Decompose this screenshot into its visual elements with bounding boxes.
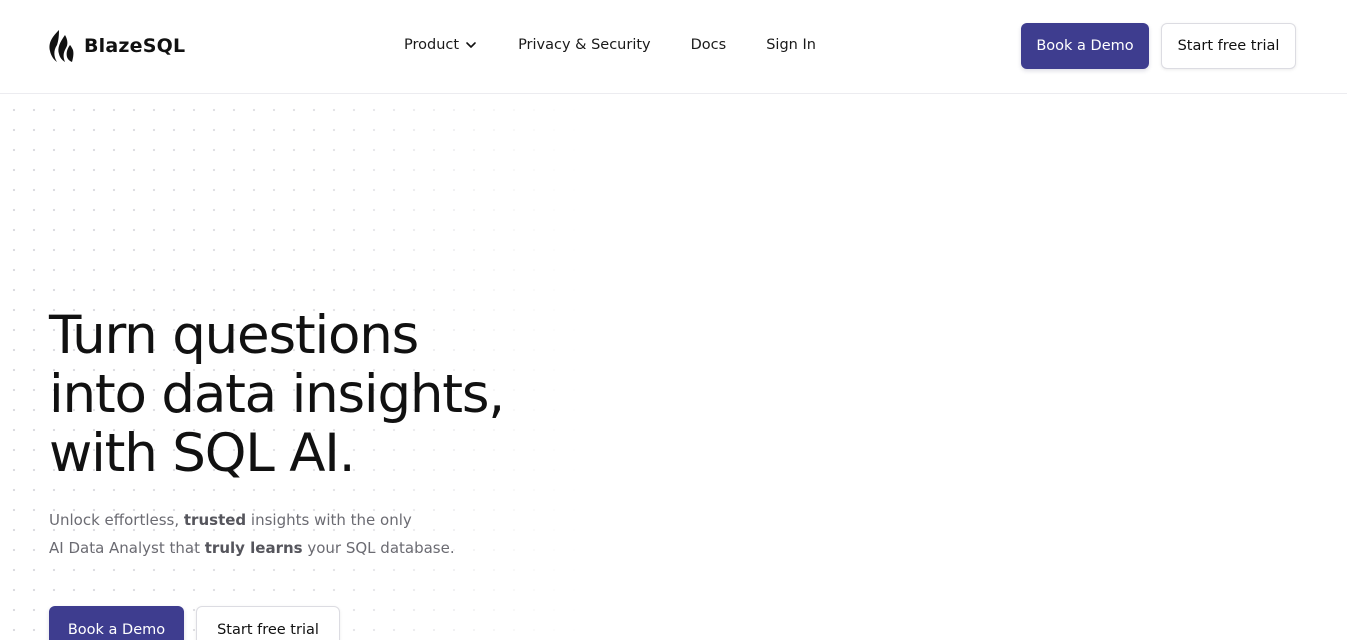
hero-title-line-3: with SQL AI.	[49, 423, 356, 484]
hero-subtitle-emphasis: truly learns	[204, 539, 303, 557]
hero-start-trial-button[interactable]: Start free trial	[196, 606, 340, 640]
hero-subtitle-text: your SQL database.	[302, 539, 455, 557]
header-start-trial-button[interactable]: Start free trial	[1161, 23, 1296, 69]
brand-name: BlazeSQL	[84, 35, 186, 57]
hero-subtitle-text: Unlock effortless,	[49, 511, 184, 529]
hero-book-demo-button[interactable]: Book a Demo	[49, 606, 184, 640]
nav-privacy-security[interactable]: Privacy & Security	[518, 34, 651, 56]
header-book-demo-button[interactable]: Book a Demo	[1021, 23, 1149, 69]
hero-title-line-1: Turn questions	[49, 305, 419, 366]
main-nav: Product Privacy & Security Docs Sign In	[404, 34, 816, 56]
nav-product-label: Product	[404, 37, 460, 53]
flame-icon	[49, 30, 74, 62]
nav-sign-in[interactable]: Sign In	[766, 34, 816, 56]
hero-subtitle-emphasis: trusted	[183, 511, 247, 529]
hero-subtitle-text: AI Data Analyst that	[49, 539, 205, 557]
hero-subtitle: Unlock effortless, trusted insights with…	[49, 506, 469, 562]
chevron-down-icon	[466, 42, 476, 48]
hero-subtitle-text: insights with the only	[246, 511, 412, 529]
nav-product[interactable]: Product	[404, 34, 477, 56]
nav-docs[interactable]: Docs	[691, 34, 727, 56]
site-header: BlazeSQL Product Privacy & Security Docs…	[0, 0, 1347, 94]
brand-logo[interactable]: BlazeSQL	[48, 29, 185, 63]
hero-title: Turn questions into data insights, with …	[49, 306, 569, 483]
hero-title-line-2: into data insights,	[49, 364, 505, 425]
hero-section: Turn questions into data insights, with …	[49, 306, 569, 562]
